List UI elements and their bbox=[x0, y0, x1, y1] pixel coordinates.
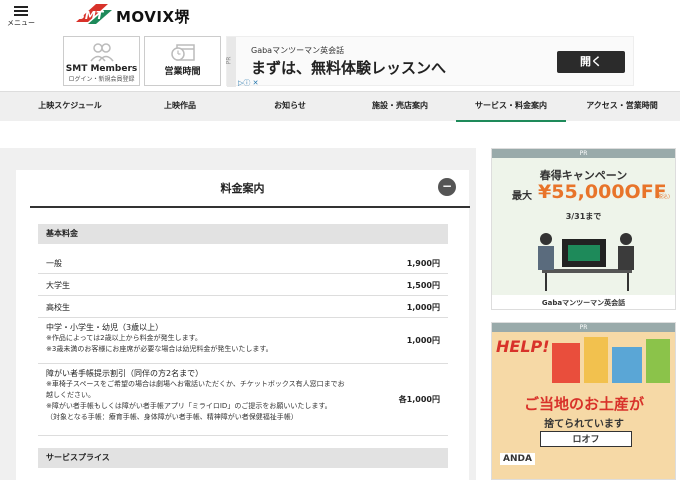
campaign-tax: (税込) bbox=[656, 194, 670, 200]
pr-label: PR bbox=[225, 37, 236, 87]
ad-open-button[interactable]: 開く bbox=[557, 51, 625, 73]
price-value: 各1,000円 bbox=[398, 395, 440, 404]
nav-schedule[interactable]: 上映スケジュール bbox=[18, 92, 122, 122]
nav-movies[interactable]: 上映作品 bbox=[128, 92, 232, 122]
pr-label: PR bbox=[492, 149, 675, 158]
business-hours-link[interactable]: 営業時間 bbox=[144, 36, 221, 86]
price-note: ※障がい者手帳もしくは障がい者手帳アプリ「ミライロID」のご提示をお願いいたしま… bbox=[46, 402, 332, 410]
price-note: ※車椅子スペースをご希望の場合は劇場へお電話いただくか、チケットボックス有人窓口… bbox=[46, 380, 345, 388]
user-group-icon bbox=[89, 43, 114, 62]
lesson-illustration bbox=[538, 233, 634, 291]
campaign-max: 最大 bbox=[512, 191, 532, 202]
campaign-amount: ¥55,000OFF bbox=[538, 181, 667, 203]
price-label: 一般 bbox=[46, 259, 62, 268]
ad-subline: 捨てられています bbox=[544, 419, 624, 430]
pr-label: PR bbox=[492, 323, 675, 332]
site-title[interactable]: MOVIX堺 bbox=[116, 6, 190, 27]
pricing-title: 料金案内 bbox=[220, 182, 265, 195]
price-note: 越しください。 bbox=[46, 391, 95, 399]
price-label-block: 障がい者手帳提示割引（同伴の方2名まで） ※車椅子スペースをご希望の場合は劇場へ… bbox=[46, 368, 345, 423]
price-note: ※作品によっては2歳以上から料金が発生します。 bbox=[46, 334, 202, 342]
main-nav: 上映スケジュール 上映作品 お知らせ 施設・売店案内 サービス・料金案内 アクセ… bbox=[0, 91, 680, 122]
ad-info-icon[interactable]: ▷ⓘ ✕ bbox=[238, 78, 258, 88]
side-ad-souvenir[interactable]: PR HELP! ご当地のお土産が 捨てられています ロオフ ANDA bbox=[491, 322, 676, 480]
price-note: ※3歳未満のお客様にお座席が必要な場合は幼児料金が発生いたします。 bbox=[46, 345, 273, 353]
price-row: 一般 1,900円 bbox=[38, 252, 448, 274]
price-row: 中学・小学生・幼児（3歳以上） ※作品によっては2歳以上から料金が発生します。 … bbox=[38, 318, 448, 364]
help-text: HELP! bbox=[496, 337, 550, 356]
price-label: 大学生 bbox=[46, 281, 70, 290]
campaign-until: 3/31まで bbox=[565, 212, 602, 221]
price-note: （対象となる手帳：療育手帳、身体障がい者手帳、精神障がい者保健福祉手帳） bbox=[46, 413, 298, 421]
svg-text:SMT: SMT bbox=[77, 9, 105, 22]
ad-headline: まずは、無料体験レッスンへ bbox=[251, 59, 447, 77]
price-label: 高校生 bbox=[46, 303, 70, 312]
hamburger-icon bbox=[14, 6, 28, 16]
ad-brand: ロオフ bbox=[540, 431, 632, 447]
side-ad-gaba[interactable]: PR 春得キャンペーン 最大 ¥55,000OFF (税込) 3/31まで Ga… bbox=[491, 148, 676, 310]
members-title: SMT Members bbox=[65, 64, 138, 74]
basic-price-header: 基本料金 bbox=[38, 224, 448, 244]
price-value: 1,000円 bbox=[406, 336, 440, 345]
site-header: メニュー SMT MOVIX堺 bbox=[0, 0, 680, 32]
price-value: 1,000円 bbox=[406, 303, 440, 312]
souvenir-boxes bbox=[552, 337, 670, 383]
price-row: 高校生 1,000円 bbox=[38, 296, 448, 318]
top-banner-ad[interactable]: PR Gabaマンツーマン英会話 まずは、無料体験レッスンへ 開く ▷ⓘ ✕ bbox=[225, 36, 634, 88]
price-value: 1,900円 bbox=[406, 259, 440, 268]
price-row: 大学生 1,500円 bbox=[38, 274, 448, 296]
menu-label: メニュー bbox=[7, 19, 35, 27]
price-row: 障がい者手帳提示割引（同伴の方2名まで） ※車椅子スペースをご希望の場合は劇場へ… bbox=[38, 364, 448, 436]
price-label: 中学・小学生・幼児（3歳以上） bbox=[46, 323, 164, 332]
title-divider bbox=[30, 206, 470, 208]
collapse-button[interactable]: − bbox=[438, 178, 456, 196]
nav-service-price[interactable]: サービス・料金案内 bbox=[456, 92, 566, 122]
anda-label: ANDA bbox=[500, 453, 535, 465]
ad-source: Gabaマンツーマン英会話 bbox=[251, 46, 345, 55]
ad-headline: ご当地のお土産が bbox=[523, 395, 644, 413]
service-price-header: サービスプライス bbox=[38, 448, 448, 468]
ad-brand-footer: Gabaマンツーマン英会話 bbox=[492, 295, 675, 309]
hours-title: 営業時間 bbox=[164, 67, 201, 77]
menu-button[interactable]: メニュー bbox=[6, 4, 36, 30]
smt-members-link[interactable]: SMT Members ログイン・新規会員登録 bbox=[63, 36, 140, 86]
nav-access[interactable]: アクセス・営業時間 bbox=[568, 92, 676, 122]
nav-news[interactable]: お知らせ bbox=[238, 92, 342, 122]
clock-calendar-icon bbox=[170, 44, 195, 61]
members-subtitle: ログイン・新規会員登録 bbox=[68, 76, 135, 83]
price-value: 1,500円 bbox=[406, 281, 440, 290]
nav-facilities[interactable]: 施設・売店案内 bbox=[348, 92, 452, 122]
price-label: 障がい者手帳提示割引（同伴の方2名まで） bbox=[46, 369, 204, 378]
price-label-block: 中学・小学生・幼児（3歳以上） ※作品によっては2歳以上から料金が発生します。 … bbox=[46, 322, 273, 355]
smt-logo[interactable]: SMT bbox=[74, 2, 114, 28]
